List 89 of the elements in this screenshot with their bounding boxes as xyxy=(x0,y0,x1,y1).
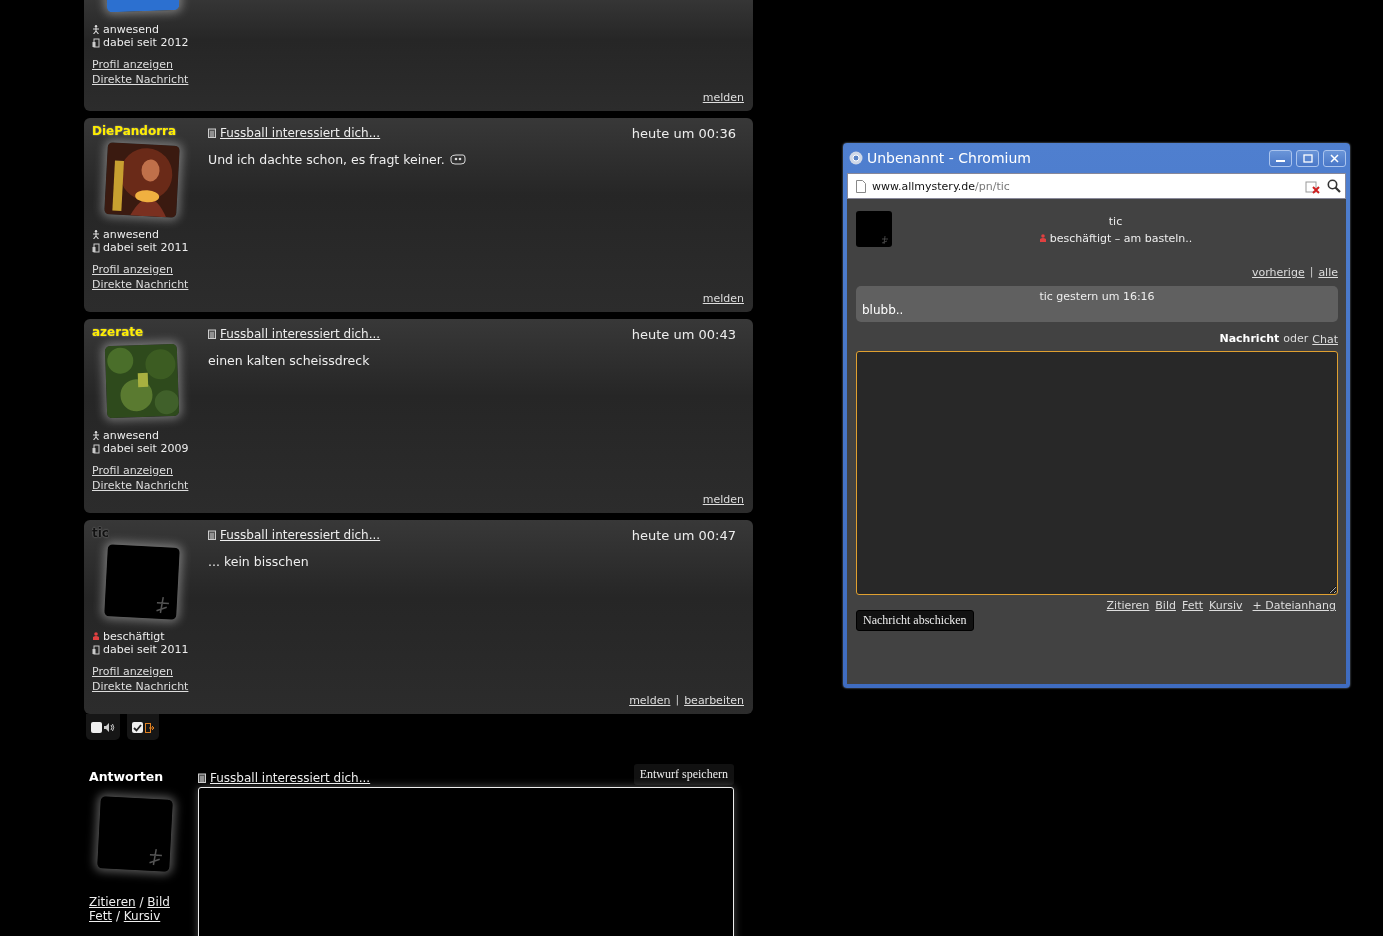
address-bar[interactable]: www.allmystery.de/pn/tic xyxy=(847,173,1346,199)
maximize-icon xyxy=(1302,153,1313,163)
checkbox[interactable] xyxy=(91,722,102,733)
member-icon xyxy=(92,443,100,454)
thread-title-link[interactable]: Fussball interessiert dich... xyxy=(220,126,381,140)
member-since: dabei seit 2011 xyxy=(103,643,189,656)
separator: | xyxy=(675,693,680,708)
history-link[interactable]: vorherige xyxy=(1252,265,1305,280)
person-icon xyxy=(1038,233,1047,243)
status-text: beschäftigt – am basteln.. xyxy=(1049,231,1193,245)
blocked-plugin-icon xyxy=(1305,178,1321,194)
post-action-link[interactable]: melden xyxy=(702,291,744,306)
minimize-icon xyxy=(1276,160,1285,162)
maximize-button[interactable] xyxy=(1296,149,1319,167)
chat-username: tic xyxy=(1108,215,1123,228)
post-action-link[interactable]: melden xyxy=(702,492,744,507)
walking-person-icon xyxy=(92,431,100,440)
mode-label: Nachricht xyxy=(1219,332,1280,347)
speaker-icon xyxy=(104,723,115,732)
chat-link[interactable]: Chat xyxy=(1312,332,1338,347)
profile-link[interactable]: Profil anzeigen xyxy=(92,57,208,72)
status-text: anwesend xyxy=(103,23,159,36)
profile-link[interactable]: Direkte Nachricht xyxy=(92,277,208,292)
username: azerate xyxy=(92,325,145,339)
minimize-button[interactable] xyxy=(1269,149,1292,167)
member-icon xyxy=(92,242,100,253)
url-text: www.allmystery.de/pn/tic xyxy=(872,179,1011,193)
format-link[interactable]: Bild xyxy=(147,895,170,909)
message-field[interactable] xyxy=(856,351,1338,595)
format-link[interactable]: Zitieren xyxy=(89,895,136,909)
post-time: heute um 00:36 xyxy=(631,125,736,141)
post-action-link[interactable]: bearbeiten xyxy=(684,693,744,708)
page-icon xyxy=(856,179,866,193)
window-title: Unbenannt - Chromium xyxy=(867,150,1032,166)
profile-link[interactable]: Direkte Nachricht xyxy=(92,679,208,694)
walking-person-icon xyxy=(92,230,100,239)
walking-person-icon xyxy=(92,25,100,34)
member-icon xyxy=(92,644,100,655)
thread-icon xyxy=(208,128,216,138)
separator: / xyxy=(138,895,145,909)
close-icon xyxy=(1330,153,1339,163)
browser-logo-icon xyxy=(849,151,863,165)
thread-icon xyxy=(208,329,216,339)
format-link[interactable]: + Dateianhang xyxy=(1252,598,1336,613)
username: DiePandorra xyxy=(92,124,178,138)
send-button[interactable]: Nachricht abschicken xyxy=(856,610,974,631)
checkbox[interactable] xyxy=(132,722,143,733)
status-text: anwesend xyxy=(103,228,159,241)
member-since: dabei seit 2009 xyxy=(103,442,189,455)
save-draft-button[interactable]: Entwurf speichern xyxy=(633,764,734,785)
separator: / xyxy=(114,909,121,923)
post-action-link[interactable]: melden xyxy=(702,90,744,105)
member-since: dabei seit 2011 xyxy=(103,241,189,254)
status-text: beschäftigt xyxy=(103,630,165,643)
separator: | xyxy=(1309,265,1314,280)
thread-title-link[interactable]: Fussball interessiert dich... xyxy=(220,528,381,542)
profile-link[interactable]: Profil anzeigen xyxy=(92,463,208,478)
format-link[interactable]: Fett xyxy=(89,909,113,923)
member-icon xyxy=(92,37,100,48)
thread-title-link[interactable]: Fussball interessiert dich... xyxy=(210,771,371,785)
profile-link[interactable]: Direkte Nachricht xyxy=(92,478,208,493)
profile-link[interactable]: Direkte Nachricht xyxy=(92,72,208,87)
member-since: dabei seit 2012 xyxy=(103,36,189,49)
format-link[interactable]: Fett xyxy=(1181,598,1204,613)
format-link[interactable]: Kursiv xyxy=(123,909,161,923)
history-link[interactable]: alle xyxy=(1318,265,1338,280)
exit-door-icon xyxy=(145,722,154,733)
thread-title-link[interactable]: Fussball interessiert dich... xyxy=(220,327,381,341)
person-icon xyxy=(92,632,100,641)
mode-or-text: oder xyxy=(1283,332,1309,347)
format-link[interactable]: Bild xyxy=(1155,598,1176,613)
post-time: heute um 00:47 xyxy=(631,527,736,543)
profile-link[interactable]: Profil anzeigen xyxy=(92,664,208,679)
post-action-link[interactable]: melden xyxy=(629,693,671,708)
format-link[interactable]: Kursiv xyxy=(1209,598,1243,613)
post-time: heute um 00:43 xyxy=(631,326,736,342)
reply-heading: Antworten xyxy=(89,769,165,784)
status-text: anwesend xyxy=(103,429,159,442)
zoom-icon xyxy=(1327,179,1341,193)
post-text: Und ich dachte schon, es fragt keiner. xyxy=(208,152,445,167)
close-button[interactable] xyxy=(1323,149,1346,167)
message-header: tic gestern um 16:16 xyxy=(1038,290,1156,303)
post-text: einen kalten scheissdreck xyxy=(208,353,370,368)
thread-icon xyxy=(208,530,216,540)
post-text: ... kein bisschen xyxy=(208,554,309,569)
message-text: blubb.. xyxy=(862,303,905,317)
thread-icon xyxy=(198,773,206,783)
format-link[interactable]: Zitieren xyxy=(1106,598,1150,613)
profile-link[interactable]: Profil anzeigen xyxy=(92,262,208,277)
